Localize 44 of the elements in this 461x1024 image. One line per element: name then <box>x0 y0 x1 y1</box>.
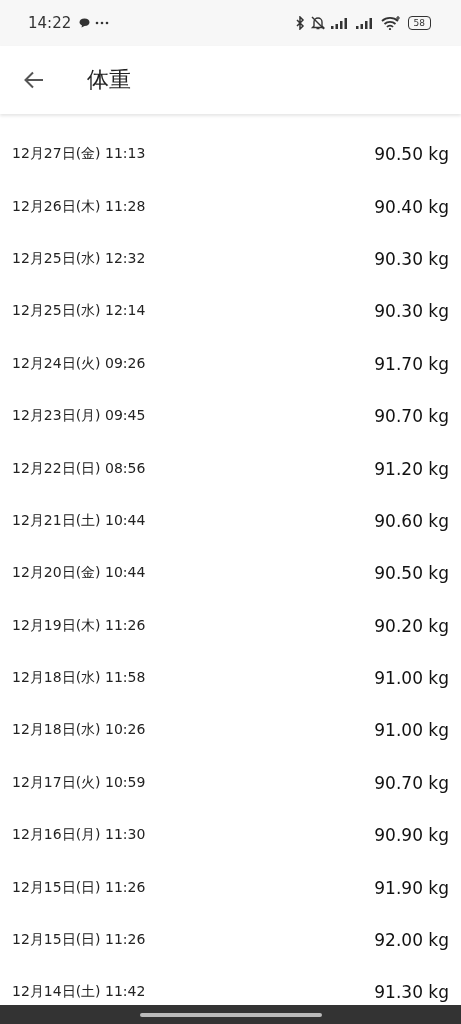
entry-date: 12月20日(金) 10:44 <box>12 564 146 583</box>
entry-date: 12月26日(木) 11:28 <box>12 197 146 216</box>
muted-bell-icon <box>309 16 326 30</box>
entry-date: 12月14日(土) 11:42 <box>12 983 146 1002</box>
entry-weight: 91.30 kg <box>374 982 449 1003</box>
entry-weight: 90.30 kg <box>374 301 449 322</box>
status-time: 14:22 <box>28 14 72 32</box>
entry-weight: 90.60 kg <box>374 510 449 531</box>
entry-weight: 90.70 kg <box>374 406 449 427</box>
entry-date: 12月19日(木) 11:26 <box>12 616 146 635</box>
entry-weight: 90.90 kg <box>374 825 449 846</box>
entry-date: 12月15日(日) 11:26 <box>12 931 146 950</box>
home-handle[interactable] <box>139 1012 322 1017</box>
entry-date: 12月18日(水) 11:58 <box>12 669 146 688</box>
entry-weight: 90.50 kg <box>374 144 449 165</box>
entry-date: 12月23日(月) 09:45 <box>12 407 146 426</box>
entry-date: 12月22日(日) 08:56 <box>12 459 146 478</box>
entry-date: 12月25日(水) 12:32 <box>12 249 146 268</box>
entry-weight: 91.90 kg <box>374 877 449 898</box>
entry-weight: 90.70 kg <box>374 772 449 793</box>
entry-weight: 90.20 kg <box>374 615 449 636</box>
entry-date: 12月17日(火) 10:59 <box>12 773 146 792</box>
entry-date: 12月25日(水) 12:14 <box>12 302 146 321</box>
more-dots-icon <box>95 21 110 25</box>
battery-indicator: 58 <box>407 16 431 30</box>
entry-date: 12月18日(水) 10:26 <box>12 721 146 740</box>
bluetooth-icon <box>294 16 305 30</box>
entry-weight: 91.00 kg <box>374 668 449 689</box>
entry-date: 12月24日(火) 09:26 <box>12 354 146 373</box>
entry-weight: 92.00 kg <box>374 930 449 951</box>
back-arrow-icon[interactable] <box>24 71 44 89</box>
entry-date: 12月27日(金) 11:13 <box>12 145 146 164</box>
entry-weight: 91.20 kg <box>374 458 449 479</box>
entry-weight: 90.40 kg <box>374 196 449 217</box>
entry-date: 12月16日(月) 11:30 <box>12 826 146 845</box>
wifi-icon <box>380 16 401 30</box>
page-title: 体重 <box>87 66 131 94</box>
entry-date: 12月21日(土) 10:44 <box>12 511 146 530</box>
entry-weight: 91.70 kg <box>374 353 449 374</box>
entry-weight: 91.00 kg <box>374 720 449 741</box>
entry-weight: 90.30 kg <box>374 248 449 269</box>
entry-date: 12月15日(日) 11:26 <box>12 878 146 897</box>
entry-weight: 90.50 kg <box>374 563 449 584</box>
chat-bubble-icon <box>79 18 91 28</box>
